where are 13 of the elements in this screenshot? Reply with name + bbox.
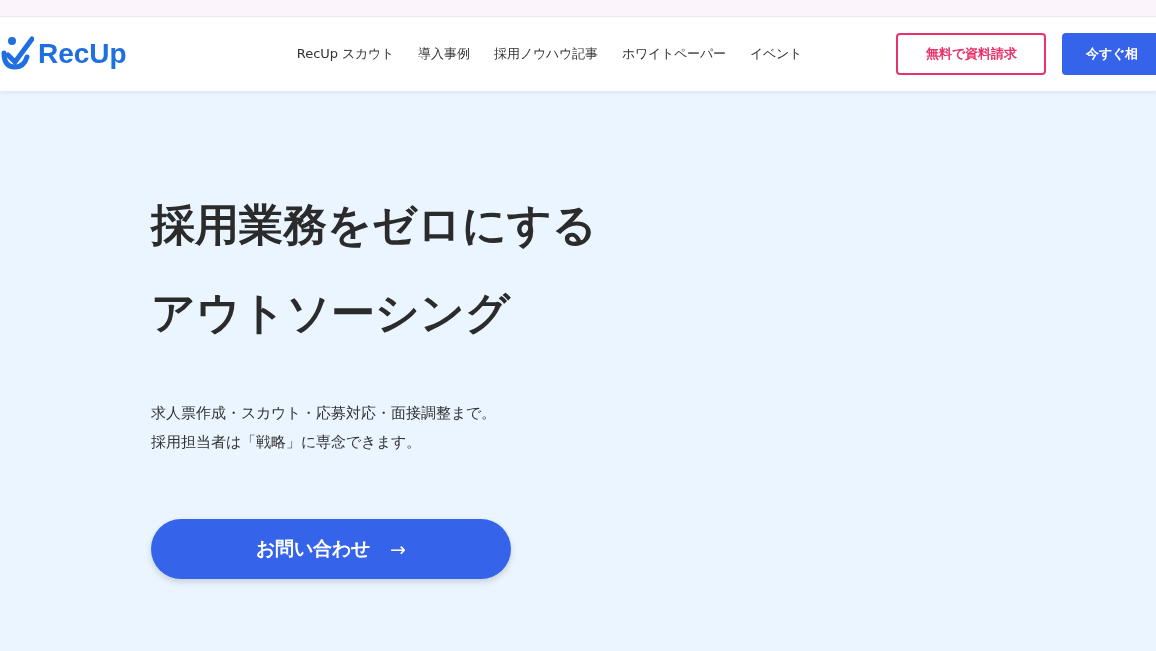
consult-button[interactable]: 今すぐ相 bbox=[1062, 33, 1156, 75]
nav-link[interactable]: イベント bbox=[750, 45, 803, 63]
contact-button[interactable]: お問い合わせ → bbox=[151, 519, 511, 579]
hero-description: 求人票作成・スカウト・応募対応・面接調整まで。 bbox=[151, 403, 496, 424]
nav-link[interactable]: RecUp スカウト bbox=[296, 45, 395, 63]
nav-link[interactable]: ホワイトペーパー bbox=[622, 45, 727, 63]
nav-link[interactable]: 導入事例 bbox=[418, 45, 471, 63]
logo-text[interactable]: RecUp bbox=[38, 38, 127, 70]
nav-link[interactable]: 採用ノウハウ記事 bbox=[494, 45, 599, 63]
hero-title: 採用業務をゼロにする bbox=[151, 199, 597, 251]
hero-title: アウトソーシング bbox=[151, 287, 510, 339]
request-button[interactable]: 無料で資料請求 bbox=[896, 33, 1046, 75]
hero-description: 採用担当者は「戦略」に専念できます。 bbox=[151, 432, 421, 453]
